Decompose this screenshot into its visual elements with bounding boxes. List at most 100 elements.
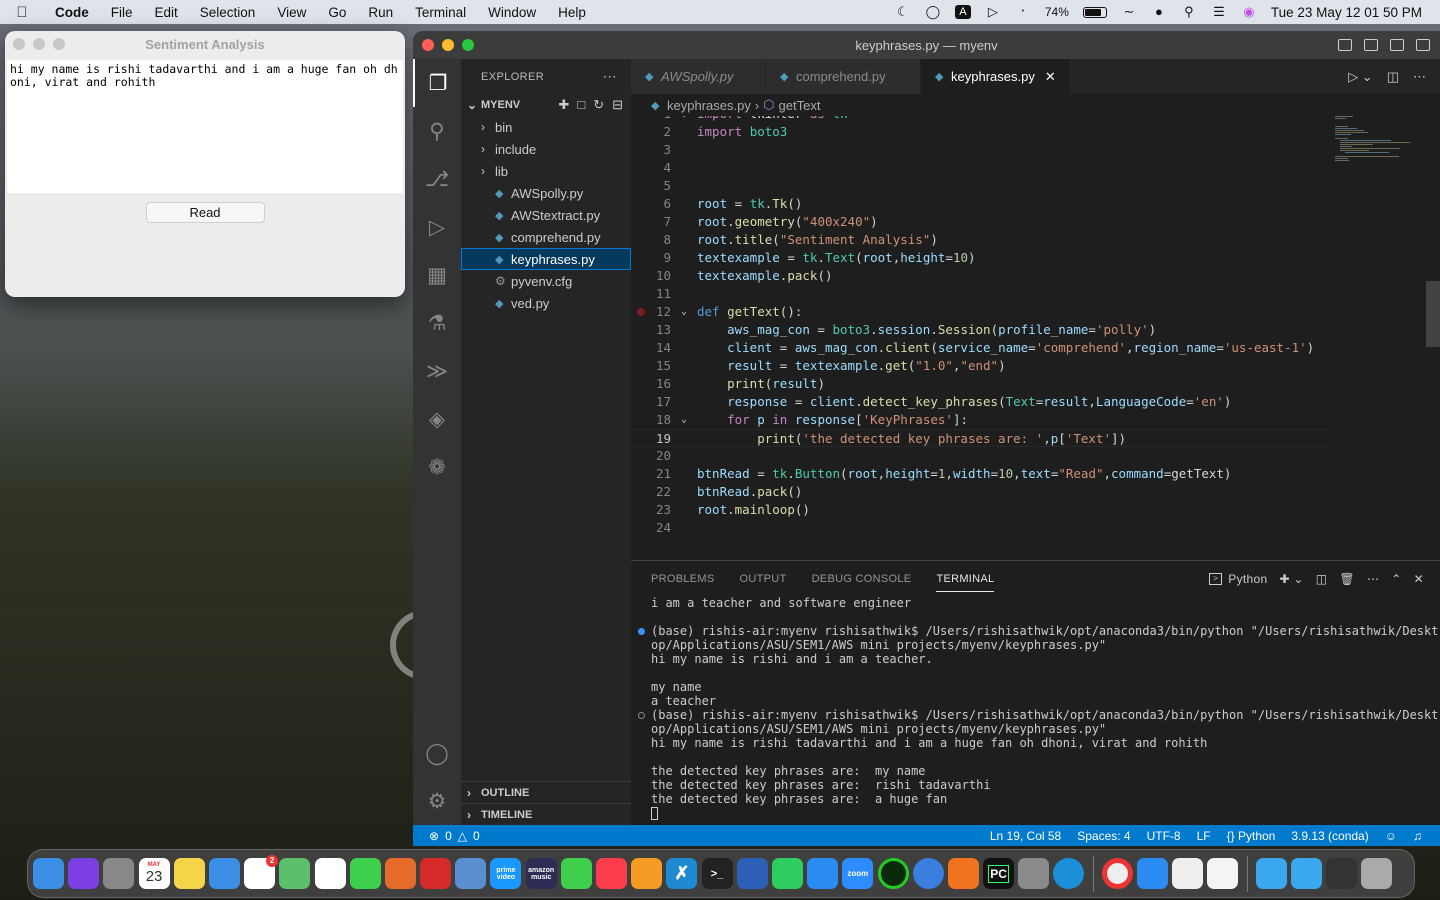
tab-terminal[interactable]: TERMINAL xyxy=(936,573,995,592)
menu-go[interactable]: Go xyxy=(317,5,357,20)
command-decoration-icon[interactable] xyxy=(638,628,645,635)
more-actions-icon[interactable]: ⋯ xyxy=(1367,572,1379,586)
screenshot-icon[interactable] xyxy=(1326,858,1358,889)
interpreter-status[interactable]: 3.9.13 (conda) xyxy=(1291,829,1368,843)
python-icon[interactable]: ◈ xyxy=(413,395,461,443)
user-icon[interactable]: ● xyxy=(1151,5,1167,19)
code-line[interactable]: 22 btnRead.pack() xyxy=(631,483,1331,501)
fold-chevron-icon[interactable] xyxy=(671,430,697,446)
folder-icon[interactable] xyxy=(1255,858,1287,889)
code-line[interactable]: 2 import boto3 xyxy=(631,123,1331,141)
tree-file-awspolly[interactable]: ◆ AWSpolly.py xyxy=(461,182,631,204)
fold-chevron-icon[interactable] xyxy=(671,501,697,519)
tab-keyphrases[interactable]: ◆ keyphrases.py ✕ xyxy=(921,59,1071,94)
siri-icon[interactable]: ◉ xyxy=(1241,5,1257,19)
remote-icon[interactable]: ≫ xyxy=(413,347,461,395)
code-line[interactable]: 14 client = aws_mag_con.client(service_n… xyxy=(631,339,1331,357)
firefox-icon[interactable] xyxy=(384,858,416,889)
close-tab-icon[interactable]: ✕ xyxy=(1045,69,1056,85)
split-editor-icon[interactable]: ◫ xyxy=(1387,69,1399,85)
menu-app-name[interactable]: Code xyxy=(44,5,100,20)
apple-icon[interactable]:  xyxy=(0,4,44,21)
feedback-icon[interactable]: ☺ xyxy=(1385,829,1397,843)
code-line[interactable]: 9 textexample = tk.Text(root,height=10) xyxy=(631,249,1331,267)
finder-icon[interactable] xyxy=(33,858,64,889)
fold-chevron-icon[interactable] xyxy=(671,249,697,267)
tree-folder-lib[interactable]: › lib xyxy=(461,160,631,182)
code-line[interactable]: 5 xyxy=(631,177,1331,195)
source-control-icon[interactable]: ⎇ xyxy=(413,155,461,203)
settings-icon[interactable] xyxy=(1018,858,1050,889)
tk-text-area[interactable]: hi my name is rishi tadavarthi and i am … xyxy=(7,60,403,193)
fold-chevron-icon[interactable] xyxy=(671,375,697,393)
bluetooth-icon[interactable]: ᛫ xyxy=(1015,5,1031,19)
menu-run[interactable]: Run xyxy=(357,5,404,20)
code-line[interactable]: 7 root.geometry("400x240") xyxy=(631,213,1331,231)
spotlight-search-icon[interactable]: ⚲ xyxy=(1181,5,1197,19)
fold-chevron-icon[interactable] xyxy=(671,321,697,339)
indentation-status[interactable]: Spaces: 4 xyxy=(1077,829,1130,843)
control-center-icon[interactable]: ☰ xyxy=(1211,5,1227,19)
code-line[interactable]: 19 print('the detected key phrases are: … xyxy=(631,429,1331,447)
edge-icon[interactable] xyxy=(1053,858,1085,889)
wifi-icon[interactable]: ∼ xyxy=(1121,5,1137,19)
launchpad-icon[interactable] xyxy=(103,858,135,889)
code-line[interactable]: 12 ⌄ def getText(): xyxy=(631,303,1331,321)
code-line[interactable]: 6 root = tk.Tk() xyxy=(631,195,1331,213)
zoom-icon[interactable]: zoom xyxy=(842,858,874,889)
appstore-icon[interactable] xyxy=(807,858,839,889)
code-line[interactable]: 18 ⌄ for p in response['KeyPhrases']: xyxy=(631,411,1331,429)
fold-chevron-icon[interactable] xyxy=(671,141,697,159)
prime-video-icon[interactable]: prime video xyxy=(490,858,522,889)
code-line[interactable]: 24 xyxy=(631,519,1331,537)
code-line[interactable]: 16 print(result) xyxy=(631,375,1331,393)
tab-comprehend[interactable]: ◆ comprehend.py xyxy=(766,59,921,94)
code-line[interactable]: 15 result = textexample.get("1.0","end") xyxy=(631,357,1331,375)
amazon-music-icon[interactable]: amazon music xyxy=(525,858,557,889)
outline-section[interactable]: › OUTLINE xyxy=(461,781,631,803)
terminal-output[interactable]: i am a teacher and software engineer (bas… xyxy=(631,596,1440,820)
close-panel-icon[interactable]: ✕ xyxy=(1414,572,1424,586)
fold-chevron-icon[interactable]: ⌄ xyxy=(671,116,697,123)
word-icon[interactable] xyxy=(736,858,768,889)
menu-selection[interactable]: Selection xyxy=(189,5,267,20)
language-status[interactable]: {} Python xyxy=(1227,829,1276,843)
code-line[interactable]: 10 textexample.pack() xyxy=(631,267,1331,285)
terminal-icon[interactable]: >_ xyxy=(701,858,733,889)
explorer-icon[interactable]: ❐ xyxy=(413,59,461,107)
menu-help[interactable]: Help xyxy=(547,5,597,20)
chrome-icon[interactable] xyxy=(1101,858,1133,889)
customize-layout-icon[interactable] xyxy=(1416,39,1430,51)
code-line[interactable]: 1⌄import tkinter as tk xyxy=(631,116,1331,123)
editor-scrollbar[interactable] xyxy=(1426,281,1440,347)
input-source-icon[interactable]: A xyxy=(954,5,971,19)
tree-folder-bin[interactable]: › bin xyxy=(461,116,631,138)
preview-icon[interactable] xyxy=(455,858,487,889)
battery-icon[interactable] xyxy=(1082,6,1107,18)
eol-status[interactable]: LF xyxy=(1197,829,1211,843)
split-terminal-icon[interactable]: ◫ xyxy=(1316,572,1328,586)
clock[interactable]: Tue 23 May 12 01 50 PM xyxy=(1271,5,1422,20)
tree-file-keyphrases[interactable]: ◆ keyphrases.py xyxy=(461,248,631,270)
testing-icon[interactable]: ⚗ xyxy=(413,299,461,347)
fold-chevron-icon[interactable] xyxy=(671,285,697,303)
photos-icon[interactable] xyxy=(314,858,346,889)
downloads-icon[interactable] xyxy=(1290,858,1322,889)
openai-icon[interactable]: ❁ xyxy=(413,443,461,491)
textedit-icon[interactable] xyxy=(1172,858,1204,889)
acrobat-icon[interactable] xyxy=(420,858,452,889)
code-line[interactable]: 21 btnRead = tk.Button(root,height=1,widt… xyxy=(631,465,1331,483)
play-icon[interactable]: ▷ xyxy=(985,5,1001,19)
messages-icon[interactable] xyxy=(349,858,381,889)
collapse-all-icon[interactable]: ⊟ xyxy=(612,97,623,113)
siri-icon[interactable] xyxy=(68,858,100,889)
trash-icon[interactable]: 🗑 xyxy=(1339,572,1355,586)
whatsapp-icon[interactable] xyxy=(771,858,803,889)
code-line[interactable]: 13 aws_mag_con = boto3.session.Session(p… xyxy=(631,321,1331,339)
manage-gear-icon[interactable]: ⚙ xyxy=(413,777,461,825)
timeline-section[interactable]: › TIMELINE xyxy=(461,803,631,825)
encoding-status[interactable]: UTF-8 xyxy=(1147,829,1181,843)
accounts-icon[interactable]: ◯ xyxy=(413,729,461,777)
refresh-icon[interactable]: ↻ xyxy=(593,97,604,113)
pen-icon[interactable] xyxy=(947,858,979,889)
